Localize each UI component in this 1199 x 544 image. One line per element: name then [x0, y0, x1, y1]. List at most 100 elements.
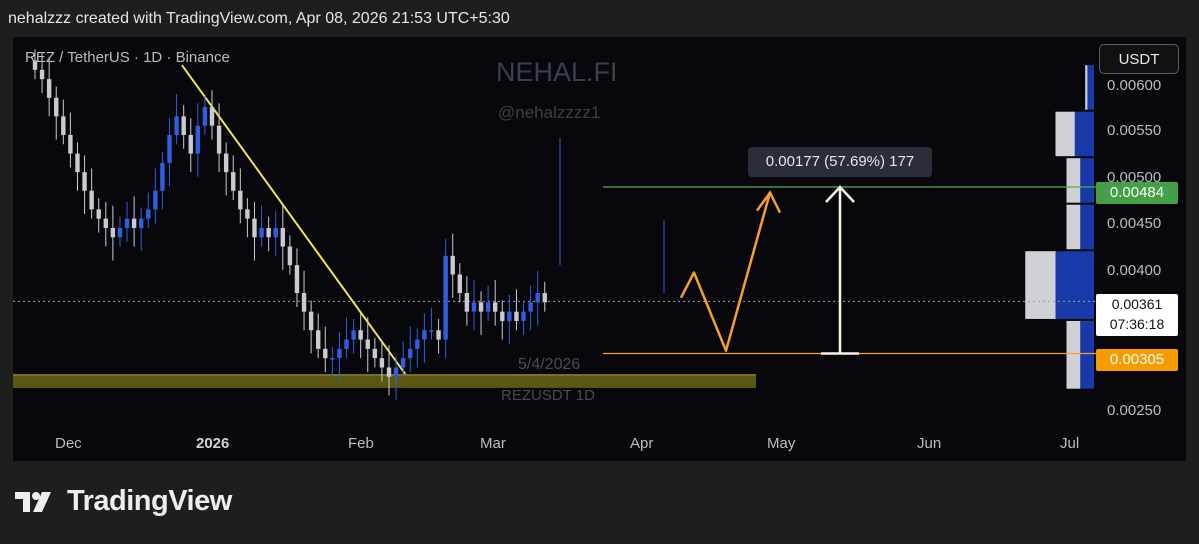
projection-path: [679, 192, 772, 352]
volume-profile-bar-down: [1085, 65, 1088, 110]
candle-body: [521, 311, 526, 321]
candle-body: [181, 116, 186, 135]
candle-body: [323, 348, 328, 359]
candle-body: [167, 134, 172, 163]
currency-button[interactable]: USDT: [1099, 44, 1179, 74]
watermark-subtitle: @nehalzzzz1: [498, 103, 601, 122]
tradingview-wordmark: TradingView: [67, 485, 232, 517]
candle-body: [337, 348, 342, 359]
candle-body: [415, 339, 420, 349]
x-tick-label: Jul: [1060, 435, 1080, 452]
candle-body: [330, 358, 335, 360]
support-zone: [13, 374, 756, 388]
x-tick-label: May: [767, 435, 796, 452]
candle-body: [287, 246, 293, 266]
watermark-title: NEHAL.FI: [496, 57, 618, 87]
candle-body: [393, 367, 399, 377]
candle-body: [365, 339, 370, 349]
candle-body: [75, 153, 80, 173]
volume-profile-bar-up: [1087, 65, 1094, 110]
x-tick-label: Feb: [348, 435, 374, 452]
candle-body: [528, 302, 533, 312]
candle-body: [422, 330, 427, 340]
candle-body: [372, 348, 378, 359]
candle-body: [124, 218, 130, 228]
tradingview-logo[interactable]: TradingView: [15, 485, 232, 518]
candle-body: [478, 302, 484, 312]
candle-body: [308, 311, 314, 331]
volume-profile-bar-up: [1055, 251, 1094, 319]
y-tick-label: 0.00600: [1107, 77, 1162, 94]
volume-profile-bar-down: [1066, 204, 1081, 250]
volume-profile-bar-up: [1074, 111, 1094, 157]
candle-body: [273, 227, 278, 238]
candle-body: [301, 293, 307, 312]
candle-body: [450, 255, 455, 275]
target-price-tag: 0.00484: [1096, 182, 1178, 204]
volume-profile-bar-down: [1066, 158, 1081, 203]
candle-body: [223, 153, 229, 173]
candle-body: [493, 302, 498, 312]
x-tick-label: Dec: [55, 435, 82, 452]
candle-body: [188, 134, 193, 154]
candle-body: [153, 190, 158, 210]
y-tick-label: 0.00400: [1107, 262, 1162, 279]
candle-body: [443, 255, 448, 340]
current-price-value: 0.00361: [1111, 296, 1163, 312]
trendline: [181, 64, 407, 375]
candle-body: [195, 125, 201, 154]
tradingview-icon: [15, 491, 51, 512]
candle-body: [386, 367, 392, 377]
watermark-date: 5/4/2026: [518, 356, 580, 373]
chart-area[interactable]: 5/4/2026 REZUSDT 1D REZ / TetherUS · 1D ·…: [13, 37, 1186, 461]
candle-body: [400, 358, 406, 368]
candle-body: [245, 209, 250, 219]
candle-body: [507, 311, 512, 321]
candle-body: [117, 227, 123, 238]
candle-body: [514, 311, 519, 321]
candle-body: [252, 218, 257, 238]
candle-body: [174, 116, 179, 135]
candle-body: [54, 97, 59, 117]
candle-body: [542, 293, 547, 303]
candle-body: [259, 227, 264, 238]
measure-label: 0.00177 (57.69%) 177: [748, 147, 932, 177]
volume-profile-bar-down: [1066, 320, 1081, 389]
candle-body: [464, 293, 470, 312]
candle-body: [471, 302, 477, 312]
candle-body: [82, 172, 87, 191]
candle-body: [160, 162, 165, 191]
volume-profile-bar-up: [1080, 158, 1094, 203]
candle-body: [436, 330, 441, 340]
support-price-tag: 0.00305: [1096, 349, 1178, 371]
candle-body: [146, 209, 151, 219]
candle-body: [103, 218, 108, 228]
candle-body: [68, 134, 73, 154]
current-price-tag: 0.00361 07:36:18: [1096, 294, 1178, 336]
y-tick-label: 0.00450: [1107, 215, 1162, 232]
candle-body: [266, 227, 271, 238]
y-tick-label: 0.00550: [1107, 122, 1162, 139]
candle-body: [429, 330, 434, 332]
candle-body: [344, 339, 349, 349]
x-tick-label: Apr: [630, 435, 654, 452]
candle-body: [231, 172, 236, 191]
y-tick-label: 0.00250: [1107, 402, 1162, 419]
candle-body: [216, 125, 222, 154]
volume-profile-bar-down: [1025, 251, 1056, 319]
candle-body: [202, 107, 208, 126]
x-tick-label: Jun: [917, 435, 942, 452]
candle-body: [351, 330, 356, 340]
candle-body: [457, 274, 462, 294]
candle-body: [485, 302, 491, 312]
volume-profile-bar-down: [1055, 111, 1075, 157]
chart-header: nehalzzz created with TradingView.com, A…: [8, 10, 510, 27]
volume-profile-bar-up: [1080, 204, 1094, 250]
candle-body: [131, 218, 137, 228]
chart-canvas[interactable]: 5/4/2026 REZUSDT 1D: [13, 37, 1186, 461]
volume-profile-bar-up: [1080, 320, 1094, 389]
candle-body: [46, 79, 52, 98]
candle-body: [89, 190, 94, 210]
watermark-symbol: REZUSDT 1D: [501, 387, 595, 404]
candle-body: [316, 330, 321, 349]
